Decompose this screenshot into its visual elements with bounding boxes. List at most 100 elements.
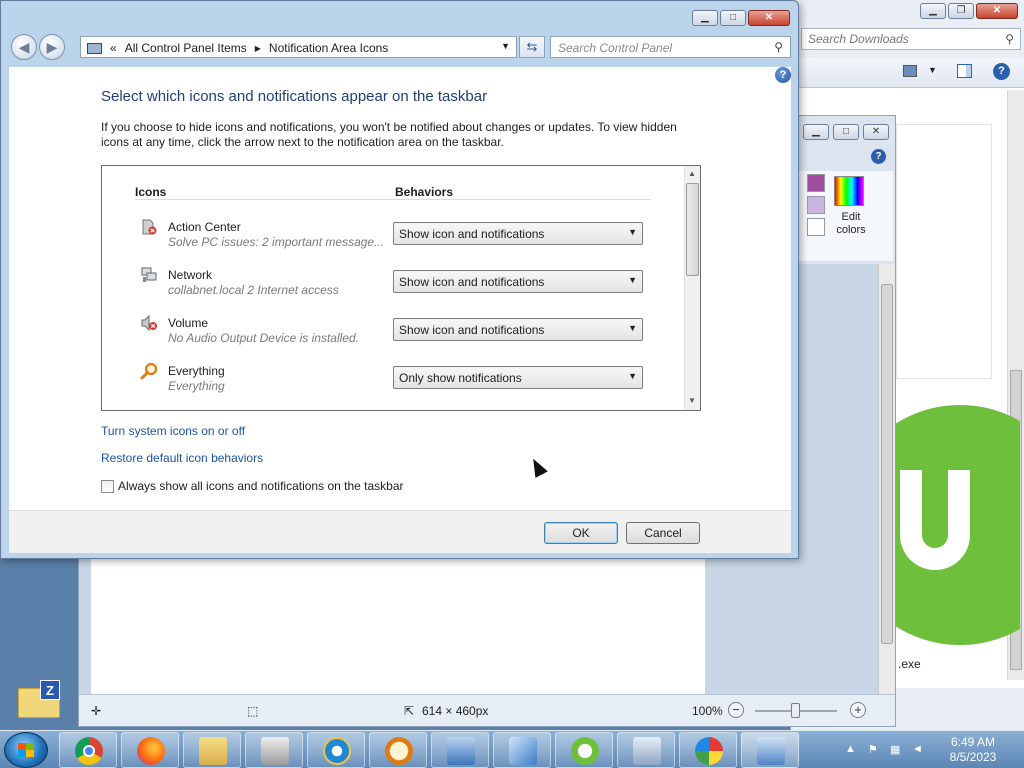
volume-tray-icon[interactable]: ◄ xyxy=(912,743,926,757)
file-name-label[interactable]: .exe xyxy=(898,657,921,671)
action-center-tray-icon[interactable]: ⚑ xyxy=(868,743,882,757)
edit-colors-icon[interactable] xyxy=(834,176,864,206)
zip-archive-desktop-icon[interactable]: Z xyxy=(18,680,62,720)
scrollbar-thumb[interactable] xyxy=(881,284,893,644)
zoom-slider-thumb[interactable] xyxy=(791,703,800,718)
color-swatch-lavender[interactable] xyxy=(807,196,825,214)
taskbar-utorrent[interactable] xyxy=(555,732,613,768)
mail-icon xyxy=(509,737,537,765)
taskbar-clock[interactable]: 6:49 AM 8/5/2023 xyxy=(933,735,1013,765)
back-button[interactable]: ◀ xyxy=(11,34,37,60)
dialog-footer: OK Cancel xyxy=(9,510,791,553)
restore-default-behaviors-link[interactable]: Restore default icon behaviors xyxy=(101,451,263,465)
paint-window-controls: ▁ □ ✕ xyxy=(803,124,889,140)
cancel-button[interactable]: Cancel xyxy=(626,522,700,544)
refresh-button[interactable]: ⇆ xyxy=(519,36,545,58)
scrollbar-thumb[interactable] xyxy=(686,183,699,276)
search-control-panel-input[interactable]: Search Control Panel ⚲ xyxy=(550,36,791,58)
paint-icon xyxy=(695,737,723,765)
breadcrumb-notification-area-icons[interactable]: Notification Area Icons xyxy=(269,41,388,55)
scroll-down-icon[interactable]: ▼ xyxy=(688,396,696,405)
volume-icon xyxy=(141,314,157,332)
taskbar-network[interactable] xyxy=(431,732,489,768)
behavior-select[interactable]: Show icon and notifications ▼ xyxy=(393,318,643,341)
paint-scrollbar[interactable] xyxy=(878,264,895,694)
item-name: Network xyxy=(168,268,213,282)
behavior-value: Only show notifications xyxy=(399,371,522,385)
forward-button[interactable]: ▶ xyxy=(39,34,65,60)
breadcrumb: « All Control Panel Items ▶ Notification… xyxy=(87,41,510,55)
close-button[interactable]: ✕ xyxy=(748,10,790,26)
taskbar: ▲ ⚑ ▦ ◄ 6:49 AM 8/5/2023 xyxy=(0,730,1024,768)
zoom-in-button[interactable]: + xyxy=(850,702,866,718)
behavior-value: Show icon and notifications xyxy=(399,275,545,289)
zoom-out-button[interactable]: − xyxy=(728,702,744,718)
always-show-all-label[interactable]: Always show all icons and notifications … xyxy=(118,479,404,493)
item-status: Everything xyxy=(168,379,225,393)
taskbar-fax-scan[interactable] xyxy=(245,732,303,768)
address-bar[interactable]: « All Control Panel Items ▶ Notification… xyxy=(80,36,517,58)
breadcrumb-overflow[interactable]: « xyxy=(110,41,117,55)
downloads-search-input[interactable]: Search Downloads ⚲ xyxy=(801,28,1021,50)
scroll-up-icon[interactable]: ▲ xyxy=(688,169,696,178)
network-tray-icon[interactable]: ▦ xyxy=(890,743,904,757)
edit-colors-label[interactable]: Edit colors xyxy=(831,211,871,237)
chevron-down-icon[interactable]: ▼ xyxy=(501,41,510,51)
taskbar-calculator[interactable] xyxy=(617,732,675,768)
everything-search-icon xyxy=(385,737,413,765)
preview-pane-icon[interactable] xyxy=(957,64,972,78)
firefox-icon xyxy=(137,737,165,765)
list-scrollbar[interactable]: ▲ ▼ xyxy=(684,166,700,410)
clock-date: 8/5/2023 xyxy=(949,750,997,764)
network-icon xyxy=(141,267,157,282)
show-hidden-icons-icon[interactable]: ▲ xyxy=(845,743,859,757)
minimize-button[interactable]: ▁ xyxy=(692,10,718,26)
taskbar-chrome[interactable] xyxy=(59,732,117,768)
chevron-down-icon[interactable]: ▼ xyxy=(928,65,937,75)
page-title: Select which icons and notifications app… xyxy=(101,88,488,105)
item-name: Volume xyxy=(168,316,209,330)
help-icon[interactable]: ? xyxy=(871,149,886,164)
minimize-button[interactable]: ▁ xyxy=(920,3,946,19)
turn-system-icons-link[interactable]: Turn system icons on or off xyxy=(101,424,245,438)
view-options-icon[interactable] xyxy=(903,65,917,77)
pointer-position-icon: ✛ xyxy=(91,704,102,718)
notification-area-icons-window: ▁ □ ✕ ◀ ▶ « All Control Panel Items ▶ No… xyxy=(0,0,799,559)
behavior-select[interactable]: Only show notifications ▼ xyxy=(393,366,643,389)
start-button[interactable] xyxy=(4,732,48,768)
breadcrumb-all-control-panel-items[interactable]: All Control Panel Items xyxy=(125,41,247,55)
taskbar-mail[interactable] xyxy=(493,732,551,768)
search-placeholder: Search Downloads xyxy=(808,32,909,46)
close-button[interactable]: ✕ xyxy=(976,3,1018,19)
selection-size-icon: ⬚ xyxy=(247,704,259,718)
behavior-select[interactable]: Show icon and notifications ▼ xyxy=(393,270,643,293)
clock-time: 6:49 AM xyxy=(950,735,996,749)
help-icon[interactable]: ? xyxy=(993,63,1010,80)
color-swatch-purple[interactable] xyxy=(807,174,825,192)
taskbar-control-panel[interactable] xyxy=(741,732,799,768)
maximize-button[interactable]: □ xyxy=(833,124,859,140)
always-show-all-checkbox[interactable] xyxy=(101,479,114,493)
main-content: ? Select which icons and notifications a… xyxy=(9,67,791,510)
color-swatch-empty[interactable] xyxy=(807,218,825,236)
taskbar-everything[interactable] xyxy=(369,732,427,768)
taskbar-paint[interactable] xyxy=(679,732,737,768)
taskbar-file-explorer[interactable] xyxy=(183,732,241,768)
list-item-action-center: Action Center Solve PC issues: 2 importa… xyxy=(140,218,650,258)
taskbar-internet-explorer[interactable] xyxy=(307,732,365,768)
always-show-all-row[interactable]: Always show all icons and notifications … xyxy=(101,479,404,493)
chrome-icon xyxy=(75,737,103,765)
ok-button[interactable]: OK xyxy=(544,522,618,544)
file-tile[interactable] xyxy=(896,124,992,379)
page-description: If you choose to hide icons and notifica… xyxy=(101,120,677,149)
restore-button[interactable]: ❐ xyxy=(948,3,974,19)
minimize-button[interactable]: ▁ xyxy=(803,124,829,140)
breadcrumb-separator-icon[interactable]: ▶ xyxy=(255,44,261,53)
close-button[interactable]: ✕ xyxy=(863,124,889,140)
internet-explorer-icon xyxy=(323,737,351,765)
control-panel-icon xyxy=(757,737,785,765)
help-icon[interactable]: ? xyxy=(775,67,791,83)
behavior-select[interactable]: Show icon and notifications ▼ xyxy=(393,222,643,245)
maximize-button[interactable]: □ xyxy=(720,10,746,26)
taskbar-firefox[interactable] xyxy=(121,732,179,768)
